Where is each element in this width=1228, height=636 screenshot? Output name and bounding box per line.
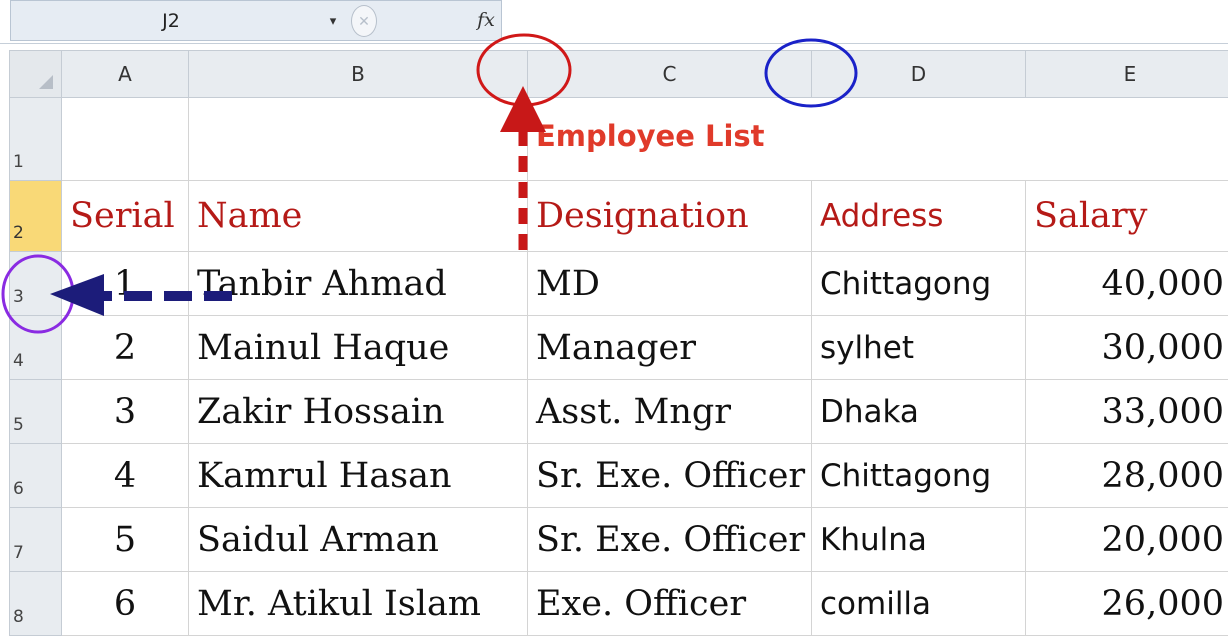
header-cell-designation[interactable]: Designation [528, 181, 812, 252]
spreadsheet-grid: A B C D E 1 Employee List 2 Serial Name … [9, 50, 1228, 636]
cell-serial[interactable]: 4 [62, 444, 189, 508]
sheet-row-2: 2 Serial Name Designation Address Salary [10, 181, 1228, 252]
cell-name[interactable]: Mr. Atikul Islam [189, 572, 528, 636]
cell-designation[interactable]: Sr. Exe. Officer [528, 444, 812, 508]
cell-designation[interactable]: Exe. Officer [528, 572, 812, 636]
column-header-c[interactable]: C [528, 51, 812, 98]
cell-name[interactable]: Tanbir Ahmad [189, 252, 528, 316]
insert-function-icon[interactable]: fx [471, 4, 501, 36]
cell-salary[interactable]: 28,000 [1026, 444, 1228, 508]
cell-address[interactable]: Chittagong [812, 444, 1026, 508]
column-header-b[interactable]: B [189, 51, 528, 98]
row-header-4[interactable]: 4 [10, 316, 62, 380]
select-all-triangle-icon [39, 75, 53, 89]
cell-serial[interactable]: 6 [62, 572, 189, 636]
row-header-8[interactable]: 8 [10, 572, 62, 636]
cell-name[interactable]: Zakir Hossain [189, 380, 528, 444]
cell-address[interactable]: Dhaka [812, 380, 1026, 444]
sheet-row-7: 75Saidul ArmanSr. Exe. OfficerKhulna20,0… [10, 508, 1228, 572]
cell-serial[interactable]: 1 [62, 252, 189, 316]
row-header-2[interactable]: 2 [10, 181, 62, 252]
name-box[interactable]: J2 [21, 1, 321, 40]
cell-b1[interactable] [189, 98, 528, 181]
column-header-e[interactable]: E [1026, 51, 1228, 98]
name-box-area: J2 ▾ ✕ fx [10, 0, 502, 41]
sheet-row-1: 1 Employee List [10, 98, 1228, 181]
cell-address[interactable]: Chittagong [812, 252, 1026, 316]
cell-designation[interactable]: Manager [528, 316, 812, 380]
cell-salary[interactable]: 20,000 [1026, 508, 1228, 572]
header-cell-name[interactable]: Name [189, 181, 528, 252]
sheet-row-3: 31Tanbir AhmadMDChittagong40,000 [10, 252, 1228, 316]
cell-designation[interactable]: Sr. Exe. Officer [528, 508, 812, 572]
sheet-title: Employee List [536, 119, 765, 153]
column-header-d[interactable]: D [812, 51, 1026, 98]
sheet-row-8: 86Mr. Atikul IslamExe. Officercomilla26,… [10, 572, 1228, 636]
cell-name[interactable]: Kamrul Hasan [189, 444, 528, 508]
cell-designation[interactable]: MD [528, 252, 812, 316]
cell-address[interactable]: sylhet [812, 316, 1026, 380]
cell-salary[interactable]: 33,000 [1026, 380, 1228, 444]
cell-address[interactable]: comilla [812, 572, 1026, 636]
header-cell-salary[interactable]: Salary [1026, 181, 1228, 252]
row-header-3[interactable]: 3 [10, 252, 62, 316]
cell-address[interactable]: Khulna [812, 508, 1026, 572]
header-cell-address[interactable]: Address [812, 181, 1026, 252]
row-header-6[interactable]: 6 [10, 444, 62, 508]
row-header-5[interactable]: 5 [10, 380, 62, 444]
header-cell-serial[interactable]: Serial [62, 181, 189, 252]
cell-serial[interactable]: 3 [62, 380, 189, 444]
cell-salary[interactable]: 26,000 [1026, 572, 1228, 636]
column-header-a[interactable]: A [62, 51, 189, 98]
chevron-down-icon[interactable]: ▾ [323, 1, 343, 40]
cancel-icon[interactable]: ✕ [351, 5, 377, 37]
sheet-row-6: 64Kamrul HasanSr. Exe. OfficerChittagong… [10, 444, 1228, 508]
formula-bar: J2 ▾ ✕ fx [0, 0, 1228, 44]
select-all-button[interactable] [10, 51, 62, 98]
cell-designation[interactable]: Asst. Mngr [528, 380, 812, 444]
cell-serial[interactable]: 2 [62, 316, 189, 380]
cell-name[interactable]: Mainul Haque [189, 316, 528, 380]
cell-salary[interactable]: 30,000 [1026, 316, 1228, 380]
cell-salary[interactable]: 40,000 [1026, 252, 1228, 316]
row-header-7[interactable]: 7 [10, 508, 62, 572]
title-cell[interactable]: Employee List [528, 98, 1228, 181]
sheet-row-5: 53Zakir HossainAsst. MngrDhaka33,000 [10, 380, 1228, 444]
cell-serial[interactable]: 5 [62, 508, 189, 572]
sheet-row-4: 42Mainul HaqueManagersylhet30,000 [10, 316, 1228, 380]
cell-name[interactable]: Saidul Arman [189, 508, 528, 572]
cell-a1[interactable] [62, 98, 189, 181]
row-header-1[interactable]: 1 [10, 98, 62, 181]
